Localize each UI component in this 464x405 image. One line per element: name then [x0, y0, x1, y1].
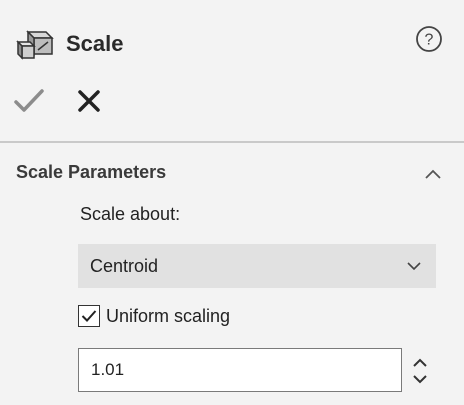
- uniform-scaling-checkbox[interactable]: [78, 305, 100, 327]
- property-manager-header: Scale: [16, 26, 124, 62]
- chevron-down-icon: [407, 262, 421, 271]
- page-title: Scale: [66, 31, 124, 56]
- action-bar: [12, 86, 102, 116]
- close-icon[interactable]: [76, 88, 102, 114]
- help-icon[interactable]: ?: [414, 24, 444, 54]
- scale-about-label: Scale about:: [80, 204, 181, 224]
- scale-factor-input[interactable]: [78, 348, 402, 392]
- scale-about-select[interactable]: Centroid: [78, 244, 436, 288]
- scale-feature-icon: [16, 30, 54, 60]
- spinner-icon[interactable]: [408, 350, 432, 392]
- chevron-up-icon[interactable]: [424, 168, 442, 180]
- scale-about-value: Centroid: [90, 255, 159, 276]
- checkbox-checkmark-icon: [81, 310, 97, 322]
- divider: [0, 141, 464, 143]
- uniform-scaling-option[interactable]: Uniform scaling: [78, 305, 230, 327]
- spinner-up-icon: [413, 358, 427, 367]
- spinner-down-icon: [413, 375, 427, 384]
- svg-text:?: ?: [425, 32, 434, 49]
- checkmark-icon[interactable]: [12, 86, 46, 116]
- uniform-scaling-label: Uniform scaling: [106, 305, 231, 326]
- section-title[interactable]: Scale Parameters: [16, 162, 166, 183]
